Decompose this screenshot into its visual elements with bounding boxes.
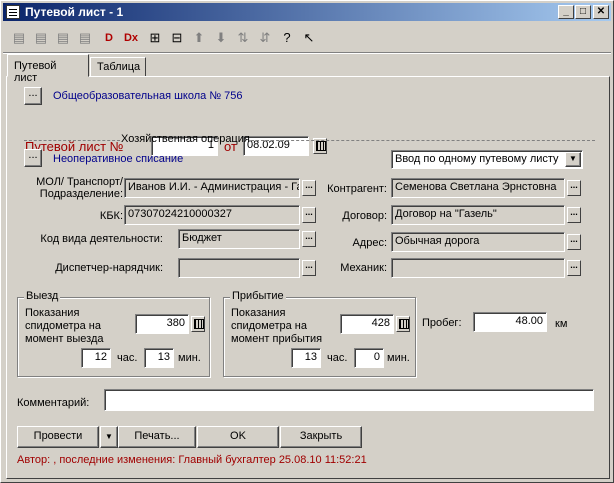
operation-divider-left <box>24 140 120 141</box>
mechanic-select-button[interactable]: ... <box>567 260 581 276</box>
calculator-icon[interactable] <box>396 316 410 332</box>
kbk-label: КБК: <box>99 210 123 222</box>
arrival-group: Прибытие Показания спидометра на момент … <box>223 290 416 377</box>
departure-minutes-label: мин. <box>178 352 201 364</box>
comment-label: Комментарий: <box>17 397 90 409</box>
mileage-label: Пробег: <box>422 317 462 329</box>
post-dropdown-button[interactable]: ▼ <box>100 426 118 448</box>
operation-divider-right <box>251 140 595 141</box>
contract-label: Договор: <box>342 210 387 222</box>
operation-select-button[interactable]: ... <box>24 149 42 167</box>
kbk-select-button[interactable]: ... <box>302 207 316 223</box>
move-up-icon[interactable]: ⬆ <box>189 28 209 48</box>
contract-field[interactable]: Договор на "Газель" <box>391 205 565 225</box>
post-button[interactable]: Провести <box>17 426 99 448</box>
chevron-down-icon: ▼ <box>105 432 113 441</box>
waybill-date-field[interactable]: 08.02.09 <box>243 136 309 156</box>
tab-table[interactable]: Таблица <box>90 57 146 77</box>
mol-select-button[interactable]: ... <box>302 180 316 196</box>
comment-field[interactable] <box>104 389 594 411</box>
departure-speedo-field[interactable]: 380 <box>135 314 189 334</box>
input-mode-value: Ввод по одному путевому листу <box>395 153 559 165</box>
dispatcher-field[interactable] <box>178 258 300 278</box>
mol-field[interactable]: Иванов И.И. - Администрация - Га <box>124 178 300 198</box>
new-row-icon[interactable]: ▤ <box>9 28 29 48</box>
context-help-icon[interactable]: ↖ <box>299 28 319 48</box>
delete-mark-icon[interactable]: D <box>99 28 119 48</box>
address-select-button[interactable]: ... <box>567 234 581 250</box>
departure-hours-label: час. <box>117 352 138 364</box>
document-icon <box>6 5 20 19</box>
activity-code-field[interactable]: Бюджет <box>178 229 300 249</box>
mechanic-field[interactable] <box>391 258 565 278</box>
toolbar: ▤ ▤ ▤ ▤ D Dx ⊞ ⊟ ⬆ ⬇ ⇅ ⇵ ? ↖ <box>3 25 611 51</box>
mileage-unit: км <box>555 318 568 330</box>
departure-group: Выезд Показания спидометра на момент вые… <box>17 290 210 377</box>
activity-code-label: Код вида деятельности: <box>40 233 163 245</box>
input-mode-select[interactable]: Ввод по одному путевому листу <box>391 150 583 169</box>
print-button[interactable]: Печать... <box>118 426 196 448</box>
window-title: Путевой лист - 1 <box>25 5 124 19</box>
insert-icon[interactable]: ⊞ <box>145 28 165 48</box>
maximize-button[interactable]: □ <box>575 5 591 19</box>
tab-waybill[interactable]: Путевой лист <box>7 54 89 84</box>
org-name[interactable]: Общеобразовательная школа № 756 <box>53 90 243 102</box>
form-panel: ... Общеобразовательная школа № 756 Путе… <box>6 76 610 479</box>
departure-speedo-label: Показания спидометра на момент выезда <box>25 307 104 345</box>
add-row-icon[interactable]: ▤ <box>31 28 51 48</box>
arrival-hours-field[interactable]: 13 <box>291 348 321 368</box>
arrival-speedo-label: Показания спидометра на момент прибытия <box>231 307 323 345</box>
status-line: Автор: , последние изменения: Главный бу… <box>17 454 367 466</box>
close-window-button[interactable]: ✕ <box>593 5 609 19</box>
arrival-speedo-field[interactable]: 428 <box>340 314 394 334</box>
departure-hours-field[interactable]: 12 <box>81 348 111 368</box>
waybill-window: Путевой лист - 1 _ □ ✕ ▤ ▤ ▤ ▤ D Dx ⊞ ⊟ … <box>0 0 614 483</box>
toolbar-separator <box>3 52 611 54</box>
counterparty-select-button[interactable]: ... <box>567 180 581 196</box>
arrival-minutes-field[interactable]: 0 <box>354 348 384 368</box>
minimize-button[interactable]: _ <box>558 5 574 19</box>
operation-section-title: Хозяйственная операция <box>121 133 250 145</box>
close-button[interactable]: Закрыть <box>280 426 362 448</box>
dispatcher-label: Диспетчер-нарядчик: <box>55 262 163 274</box>
title-bar[interactable]: Путевой лист - 1 _ □ ✕ <box>3 3 611 21</box>
delete-icon[interactable]: Dx <box>121 28 141 48</box>
departure-minutes-field[interactable]: 13 <box>144 348 174 368</box>
counterparty-label: Контрагент: <box>327 183 387 195</box>
calculator-icon[interactable] <box>191 316 205 332</box>
kbk-field[interactable]: 07307024210000327 <box>124 205 300 225</box>
dispatcher-select-button[interactable]: ... <box>302 260 316 276</box>
arrival-hours-label: час. <box>327 352 348 364</box>
mileage-field[interactable]: 48.00 <box>473 312 547 332</box>
operation-name[interactable]: Неоперативное списание <box>53 153 183 165</box>
chevron-down-icon[interactable]: ▼ <box>565 152 581 167</box>
arrival-minutes-label: мин. <box>387 352 410 364</box>
mechanic-label: Механик: <box>340 262 387 274</box>
sort-desc-icon[interactable]: ⇵ <box>255 28 275 48</box>
activity-code-select-button[interactable]: ... <box>302 231 316 247</box>
move-down-icon[interactable]: ⬇ <box>211 28 231 48</box>
org-select-button[interactable]: ... <box>24 87 42 105</box>
counterparty-field[interactable]: Семенова Светлана Эрнстовна <box>391 178 565 198</box>
address-label: Адрес: <box>352 237 387 249</box>
contract-select-button[interactable]: ... <box>567 207 581 223</box>
sort-asc-icon[interactable]: ⇅ <box>233 28 253 48</box>
ok-button[interactable]: OK <box>197 426 279 448</box>
arrival-title: Прибытие <box>230 290 286 302</box>
help-icon[interactable]: ? <box>277 28 297 48</box>
table-edit-icon[interactable]: ⊟ <box>167 28 187 48</box>
copy-row-icon[interactable]: ▤ <box>75 28 95 48</box>
departure-title: Выезд <box>24 290 61 302</box>
mol-label: МОЛ/ Транспорт/ Подразделение: <box>36 176 123 200</box>
edit-row-icon[interactable]: ▤ <box>53 28 73 48</box>
address-field[interactable]: Обычная дорога <box>391 232 565 252</box>
